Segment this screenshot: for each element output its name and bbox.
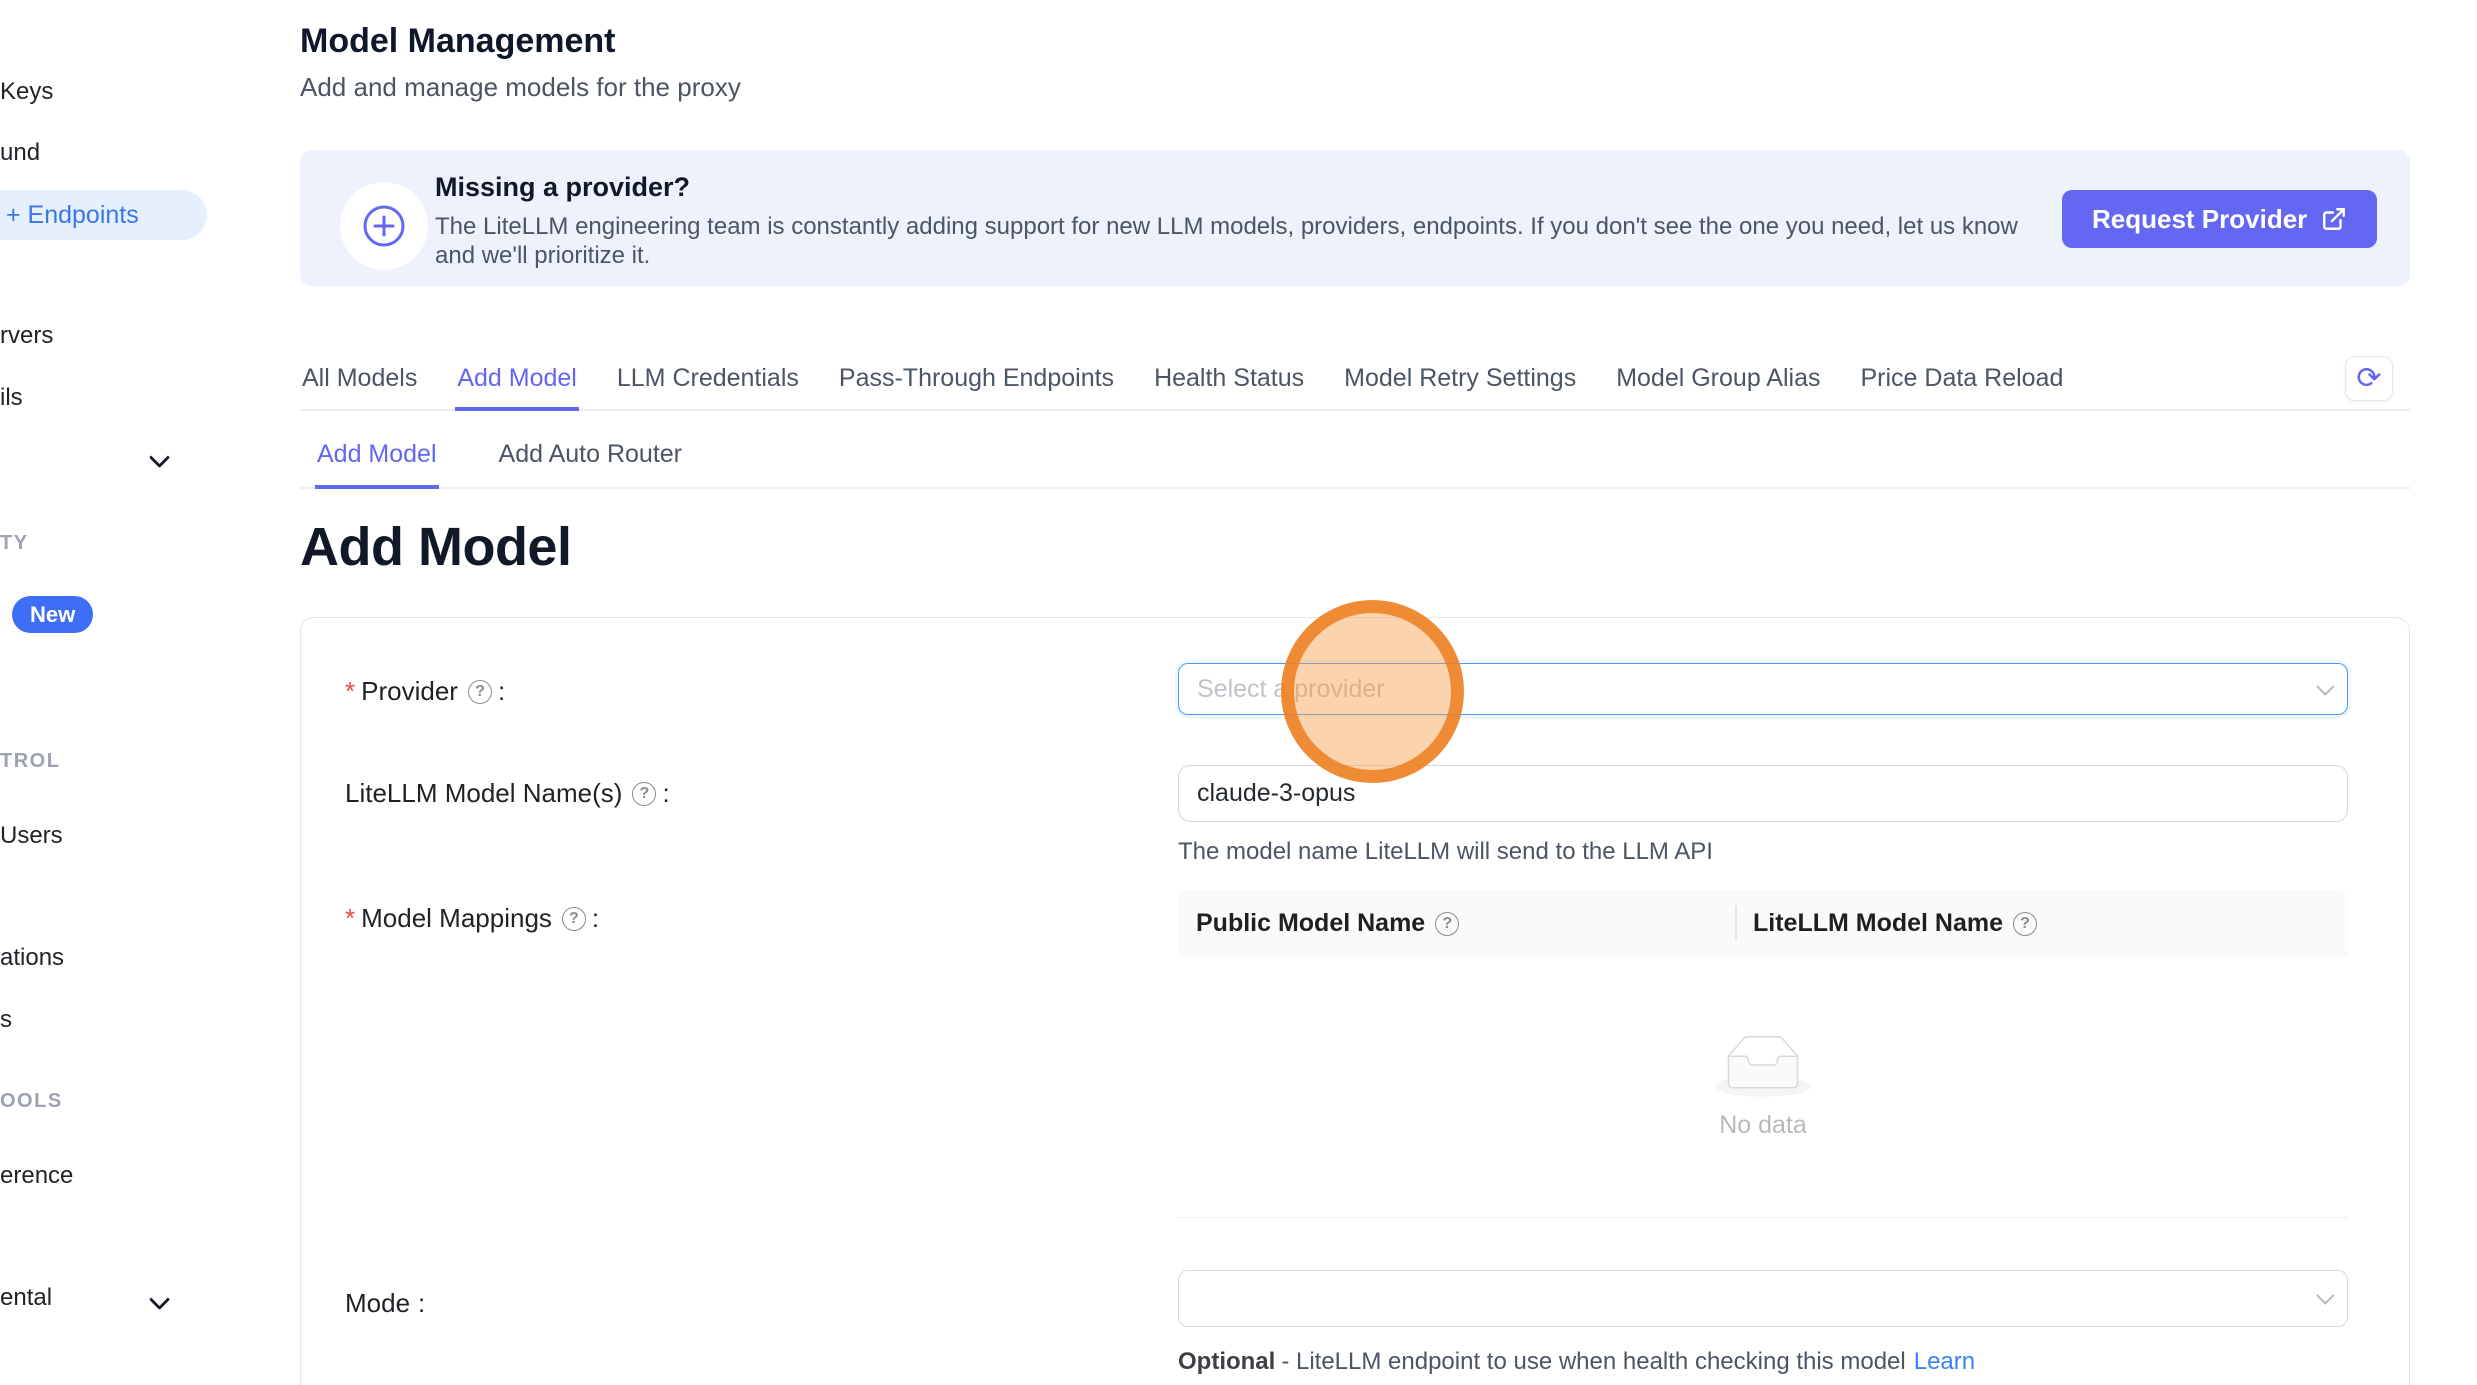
sidebar-item-guardrails[interactable]: ils xyxy=(0,384,23,412)
chevron-down-icon[interactable] xyxy=(152,1292,167,1307)
sidebar-section-header-tools: OOLS xyxy=(0,1090,63,1113)
model-mappings-label: * Model Mappings : xyxy=(345,903,599,934)
banner-title: Missing a provider? xyxy=(435,172,690,203)
tab-health-status[interactable]: Health Status xyxy=(1152,362,1306,409)
model-mappings-table: Public Model Name LiteLLM Model Name No xyxy=(1178,890,2348,1218)
mode-select[interactable] xyxy=(1178,1270,2348,1327)
sidebar-section-header: TY xyxy=(0,532,29,555)
provider-label: * Provider : xyxy=(345,676,505,707)
help-icon[interactable] xyxy=(1435,912,1459,936)
required-mark: * xyxy=(345,676,355,707)
column-header-public-model-name: Public Model Name xyxy=(1178,909,1735,938)
help-icon[interactable] xyxy=(562,907,586,931)
column-divider xyxy=(1735,906,1737,941)
tab-llm-credentials[interactable]: LLM Credentials xyxy=(615,362,801,409)
help-icon[interactable] xyxy=(468,680,492,704)
main-tabs: All Models Add Model LLM Credentials Pas… xyxy=(300,362,2410,411)
table-empty-state: No data xyxy=(1178,957,2348,1218)
tab-all-models[interactable]: All Models xyxy=(300,362,419,409)
sidebar-item-mcp-servers[interactable]: rvers xyxy=(0,322,53,350)
request-provider-button[interactable]: Request Provider xyxy=(2062,190,2377,248)
model-name-input[interactable] xyxy=(1197,779,2329,808)
add-model-heading: Add Model xyxy=(300,516,571,578)
subtab-add-model[interactable]: Add Model xyxy=(315,438,439,489)
sidebar-section-header-access-control: TROL xyxy=(0,750,60,773)
help-icon[interactable] xyxy=(2013,912,2037,936)
sidebar-item-models-endpoints[interactable]: + Endpoints xyxy=(0,190,207,240)
app-root: Keys und + Endpoints rvers ils TY New TR… xyxy=(0,0,2477,1385)
model-name-field[interactable] xyxy=(1178,765,2348,822)
page-subtitle: Add and manage models for the proxy xyxy=(300,72,741,103)
provider-select-input[interactable] xyxy=(1197,675,2316,704)
model-name-label: LiteLLM Model Name(s) : xyxy=(345,778,670,809)
plus-circle-icon xyxy=(340,182,428,270)
sidebar-item-internal-users[interactable]: Users xyxy=(0,822,63,850)
banner-body: The LiteLLM engineering team is constant… xyxy=(435,212,2025,270)
tab-price-data-reload[interactable]: Price Data Reload xyxy=(1858,362,2065,409)
sidebar-item-teams[interactable]: s xyxy=(0,1006,12,1034)
sidebar-item-virtual-keys[interactable]: Keys xyxy=(0,78,53,106)
refresh-icon: ⟳ xyxy=(2356,364,2381,394)
tab-model-group-alias[interactable]: Model Group Alias xyxy=(1614,362,1822,409)
model-name-helper: The model name LiteLLM will send to the … xyxy=(1178,838,1713,866)
required-mark: * xyxy=(345,903,355,934)
sidebar: Keys und + Endpoints rvers ils TY New TR… xyxy=(0,0,210,1385)
refresh-button[interactable]: ⟳ xyxy=(2345,356,2393,401)
sidebar-item-api-reference[interactable]: erence xyxy=(0,1162,73,1190)
mode-select-input[interactable] xyxy=(1197,1284,2316,1313)
external-link-icon xyxy=(2321,206,2347,232)
sidebar-item-playground[interactable]: und xyxy=(0,139,40,167)
empty-box-icon xyxy=(1715,1035,1811,1097)
table-header-row: Public Model Name LiteLLM Model Name xyxy=(1178,890,2348,957)
page-title: Model Management xyxy=(300,22,615,61)
sidebar-item-organizations[interactable]: ations xyxy=(0,944,64,972)
tab-model-retry-settings[interactable]: Model Retry Settings xyxy=(1342,362,1578,409)
no-data-text: No data xyxy=(1719,1111,1807,1140)
chevron-down-icon[interactable] xyxy=(152,450,167,465)
mode-label: Mode : xyxy=(345,1288,425,1319)
tab-add-model[interactable]: Add Model xyxy=(455,362,579,411)
column-header-litellm-model-name: LiteLLM Model Name xyxy=(1735,909,2043,938)
sidebar-item-experimental[interactable]: ental xyxy=(0,1284,52,1312)
tab-pass-through-endpoints[interactable]: Pass-Through Endpoints xyxy=(837,362,1116,409)
chevron-down-icon xyxy=(2316,1286,2334,1304)
request-provider-label: Request Provider xyxy=(2092,204,2307,235)
provider-select[interactable] xyxy=(1178,663,2348,715)
new-badge: New xyxy=(12,596,93,633)
help-icon[interactable] xyxy=(632,782,656,806)
mode-helper: Optional- LiteLLM endpoint to use when h… xyxy=(1178,1348,1975,1376)
learn-link[interactable]: Learn xyxy=(1914,1348,1975,1375)
chevron-down-icon xyxy=(2316,677,2334,695)
subtab-add-auto-router[interactable]: Add Auto Router xyxy=(497,438,684,487)
sub-tabs: Add Model Add Auto Router xyxy=(300,438,2410,489)
